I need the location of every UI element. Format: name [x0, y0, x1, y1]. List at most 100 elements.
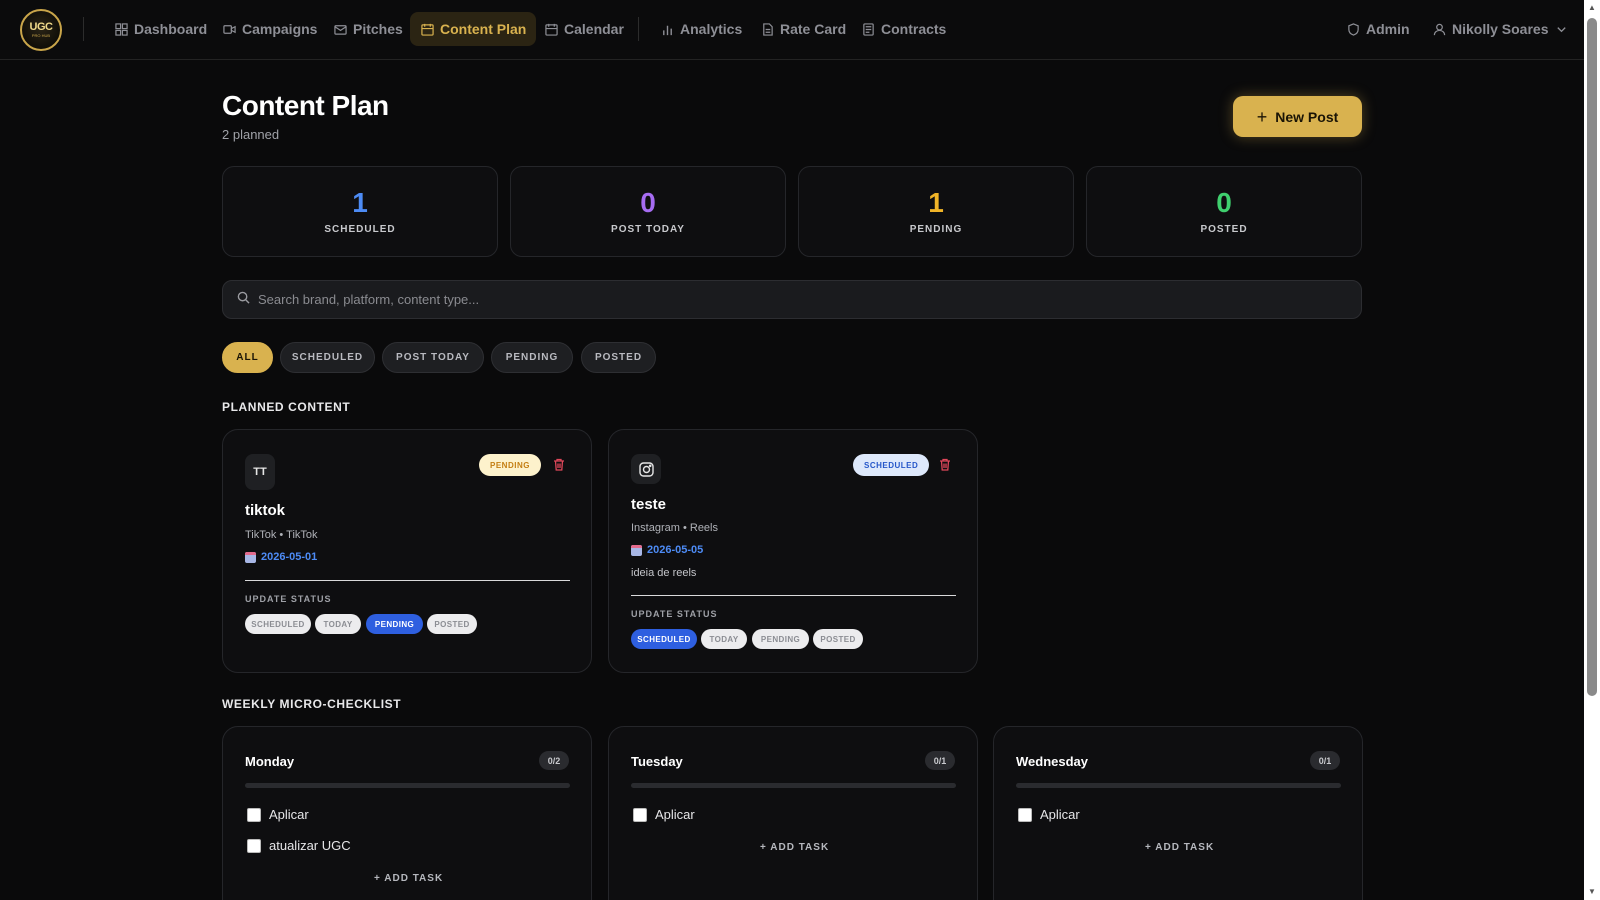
- progress-bar: [1016, 783, 1341, 788]
- shield-icon: [1346, 22, 1360, 36]
- status-option-scheduled[interactable]: SCHEDULED: [245, 614, 311, 634]
- post-date: 2026-05-05: [631, 544, 703, 556]
- stat-label: SCHEDULED: [324, 224, 396, 235]
- new-post-button[interactable]: + New Post: [1233, 96, 1362, 137]
- task-count-badge: 0/2: [539, 751, 569, 770]
- post-date-value: 2026-05-01: [261, 551, 318, 563]
- card-divider: [631, 595, 956, 596]
- document-icon: [760, 22, 774, 36]
- tiktok-icon: TT: [245, 454, 275, 490]
- post-meta: TikTok • TikTok: [245, 529, 318, 541]
- filter-post-today[interactable]: POST TODAY: [382, 342, 484, 373]
- admin-link[interactable]: Admin: [1336, 12, 1420, 46]
- page-title: Content Plan: [222, 90, 389, 121]
- calendar-icon: [631, 544, 642, 556]
- contract-icon: [861, 22, 875, 36]
- filter-all[interactable]: ALL: [222, 342, 273, 373]
- filter-scheduled[interactable]: SCHEDULED: [280, 342, 375, 373]
- task-label: Aplicar: [269, 807, 309, 822]
- nav-rate-card[interactable]: Rate Card: [750, 12, 856, 46]
- search-input[interactable]: [258, 292, 1338, 307]
- nav-pitches[interactable]: Pitches: [323, 12, 413, 46]
- stat-card-post-today: 0 POST TODAY: [510, 166, 786, 257]
- nav-calendar[interactable]: Calendar: [534, 12, 634, 46]
- post-card[interactable]: TT PENDING tiktok TikTok • TikTok 2026-0…: [222, 429, 592, 673]
- task-item[interactable]: Aplicar: [633, 807, 695, 822]
- progress-bar: [631, 783, 956, 788]
- stat-card-posted: 0 POSTED: [1086, 166, 1362, 257]
- task-item[interactable]: Aplicar: [247, 807, 309, 822]
- status-option-pending[interactable]: PENDING: [752, 629, 809, 649]
- stat-card-scheduled: 1 SCHEDULED: [222, 166, 498, 257]
- weekly-checklist-heading: WEEKLY MICRO-CHECKLIST: [222, 697, 402, 711]
- status-option-today[interactable]: TODAY: [701, 629, 747, 649]
- status-option-pending[interactable]: PENDING: [366, 614, 423, 634]
- stat-value: 1: [352, 187, 368, 218]
- trash-icon[interactable]: [553, 458, 565, 471]
- nav-label: Analytics: [680, 21, 743, 37]
- stat-value: 0: [1216, 187, 1232, 218]
- nav-analytics[interactable]: Analytics: [650, 12, 752, 46]
- nav-label: Dashboard: [134, 21, 208, 37]
- new-post-label: New Post: [1275, 108, 1339, 125]
- post-meta: Instagram • Reels: [631, 522, 718, 534]
- add-task-button[interactable]: + ADD TASK: [374, 873, 443, 884]
- post-date: 2026-05-01: [245, 551, 317, 563]
- post-title: tiktok: [245, 502, 286, 519]
- user-menu[interactable]: Nikolly Soares: [1422, 12, 1579, 46]
- update-status-label: UPDATE STATUS: [631, 609, 718, 619]
- day-title: Monday: [245, 754, 295, 769]
- status-badge: SCHEDULED: [853, 454, 930, 476]
- stat-value: 1: [928, 187, 944, 218]
- search-icon: [237, 291, 250, 309]
- task-label: atualizar UGC: [269, 838, 351, 853]
- task-checkbox[interactable]: [247, 838, 261, 853]
- day-title: Wednesday: [1016, 754, 1089, 769]
- task-checkbox[interactable]: [633, 807, 647, 822]
- calendar-icon: [420, 22, 434, 36]
- post-date-value: 2026-05-05: [647, 544, 704, 556]
- filter-posted[interactable]: POSTED: [581, 342, 656, 373]
- grid-icon: [114, 22, 128, 36]
- day-card-tuesday: Tuesday 0/1 Aplicar + ADD TASK: [608, 726, 978, 900]
- task-checkbox[interactable]: [247, 807, 261, 822]
- nav-label: Content Plan: [440, 21, 527, 37]
- nav-contracts[interactable]: Contracts: [851, 12, 956, 46]
- status-option-scheduled[interactable]: SCHEDULED: [631, 629, 697, 649]
- update-status-label: UPDATE STATUS: [245, 594, 332, 604]
- task-item[interactable]: atualizar UGC: [247, 838, 351, 853]
- task-count-badge: 0/1: [1310, 751, 1340, 770]
- post-card[interactable]: SCHEDULED teste Instagram • Reels 2026-0…: [608, 429, 978, 673]
- trash-icon[interactable]: [939, 458, 951, 471]
- stat-label: POSTED: [1200, 224, 1248, 235]
- task-item[interactable]: Aplicar: [1018, 807, 1080, 822]
- status-option-posted[interactable]: POSTED: [813, 629, 863, 649]
- status-option-posted[interactable]: POSTED: [427, 614, 477, 634]
- page-subtitle: 2 planned: [222, 127, 280, 142]
- nav-dashboard[interactable]: Dashboard: [104, 12, 217, 46]
- status-option-today[interactable]: TODAY: [315, 614, 361, 634]
- add-task-button[interactable]: + ADD TASK: [1145, 842, 1214, 853]
- task-checkbox[interactable]: [1018, 807, 1032, 822]
- logo-subtext: PRO HUB: [31, 33, 51, 38]
- admin-label: Admin: [1366, 21, 1410, 37]
- nav-campaigns[interactable]: Campaigns: [212, 12, 327, 46]
- user-icon: [1432, 22, 1446, 36]
- logo-text: UGC: [29, 21, 53, 33]
- day-title: Tuesday: [631, 754, 683, 769]
- nav-label: Rate Card: [780, 21, 847, 37]
- add-task-button[interactable]: + ADD TASK: [760, 842, 829, 853]
- nav-content-plan[interactable]: Content Plan: [410, 12, 537, 46]
- nav-divider: [638, 17, 639, 41]
- search-bar: [222, 280, 1362, 319]
- day-card-wednesday: Wednesday 0/1 Aplicar + ADD TASK: [993, 726, 1363, 900]
- calendar-icon: [544, 22, 558, 36]
- task-count-badge: 0/1: [925, 751, 955, 770]
- nav-label: Calendar: [564, 21, 624, 37]
- filter-pending[interactable]: PENDING: [491, 342, 573, 373]
- brand-logo[interactable]: UGC PRO HUB: [20, 9, 62, 51]
- scroll-down-arrow[interactable]: ▼: [1587, 887, 1597, 897]
- scroll-up-arrow[interactable]: ▲: [1587, 3, 1597, 13]
- scrollbar-thumb[interactable]: [1587, 18, 1597, 696]
- nav-label: Contracts: [881, 21, 947, 37]
